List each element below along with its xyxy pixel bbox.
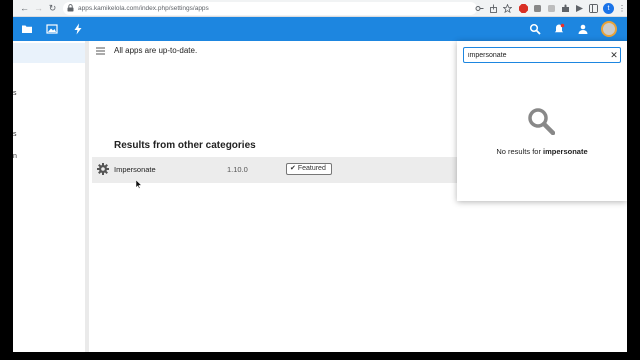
files-icon[interactable] [21, 23, 33, 35]
contacts-icon[interactable] [577, 23, 589, 35]
back-button[interactable]: ← [19, 3, 30, 14]
app-name[interactable]: Impersonate [114, 165, 156, 174]
forward-button[interactable]: → [33, 3, 44, 14]
results-heading: Results from other categories [114, 140, 256, 151]
search-icon[interactable] [529, 23, 541, 35]
browser-window: ← → ↻ apps.kamikelola.com/index.php/sett… [13, 0, 627, 352]
extension-icon[interactable] [547, 4, 556, 13]
app-version: 1.10.0 [227, 165, 248, 174]
extension-icon[interactable] [533, 4, 542, 13]
nav-item-active[interactable] [13, 43, 85, 63]
browser-toolbar: ← → ↻ apps.kamikelola.com/index.php/sett… [13, 0, 627, 17]
no-results-prefix: No results for [496, 147, 544, 156]
lock-icon [67, 4, 74, 12]
clear-search-button[interactable]: ✕ [609, 50, 619, 60]
screen: ← → ↻ apps.kamikelola.com/index.php/sett… [0, 0, 640, 360]
featured-badge: ✔ Featured [286, 163, 332, 175]
media-icon[interactable] [575, 4, 584, 13]
user-avatar[interactable] [601, 21, 617, 37]
search-panel: ✕ No results for impersonate [457, 41, 627, 201]
nav-item-label[interactable]: s [13, 90, 17, 97]
sidebar-icon[interactable] [589, 4, 598, 13]
notifications-icon[interactable] [553, 23, 565, 35]
search-icon [528, 108, 555, 135]
adblock-icon[interactable] [519, 4, 528, 13]
gear-icon [97, 163, 109, 175]
nav-item-label[interactable]: s [13, 131, 17, 138]
photos-icon[interactable] [46, 23, 58, 35]
reload-button[interactable]: ↻ [47, 3, 58, 14]
url-text: apps.kamikelola.com/index.php/settings/a… [78, 5, 209, 12]
nav-item-label[interactable]: n [13, 153, 17, 160]
share-icon[interactable] [489, 4, 498, 13]
mouse-pointer-icon [136, 180, 142, 189]
search-input[interactable] [463, 47, 621, 63]
no-results-term: impersonate [543, 147, 588, 156]
app-navigation: s s n [13, 41, 89, 352]
apps-status-text: All apps are up-to-date. [114, 46, 198, 55]
key-icon[interactable] [475, 4, 484, 13]
menu-icon[interactable] [96, 47, 105, 55]
check-icon: ✔ [290, 165, 296, 172]
puzzle-icon[interactable] [561, 4, 570, 13]
bookmark-star-icon[interactable] [503, 4, 512, 13]
activity-icon[interactable] [72, 23, 84, 35]
browser-menu-button[interactable]: ⋮ [618, 3, 626, 14]
app-header [13, 17, 627, 41]
featured-label: Featured [297, 165, 326, 172]
profile-avatar[interactable]: t [603, 3, 614, 14]
no-results-message: No results for impersonate [457, 147, 627, 156]
